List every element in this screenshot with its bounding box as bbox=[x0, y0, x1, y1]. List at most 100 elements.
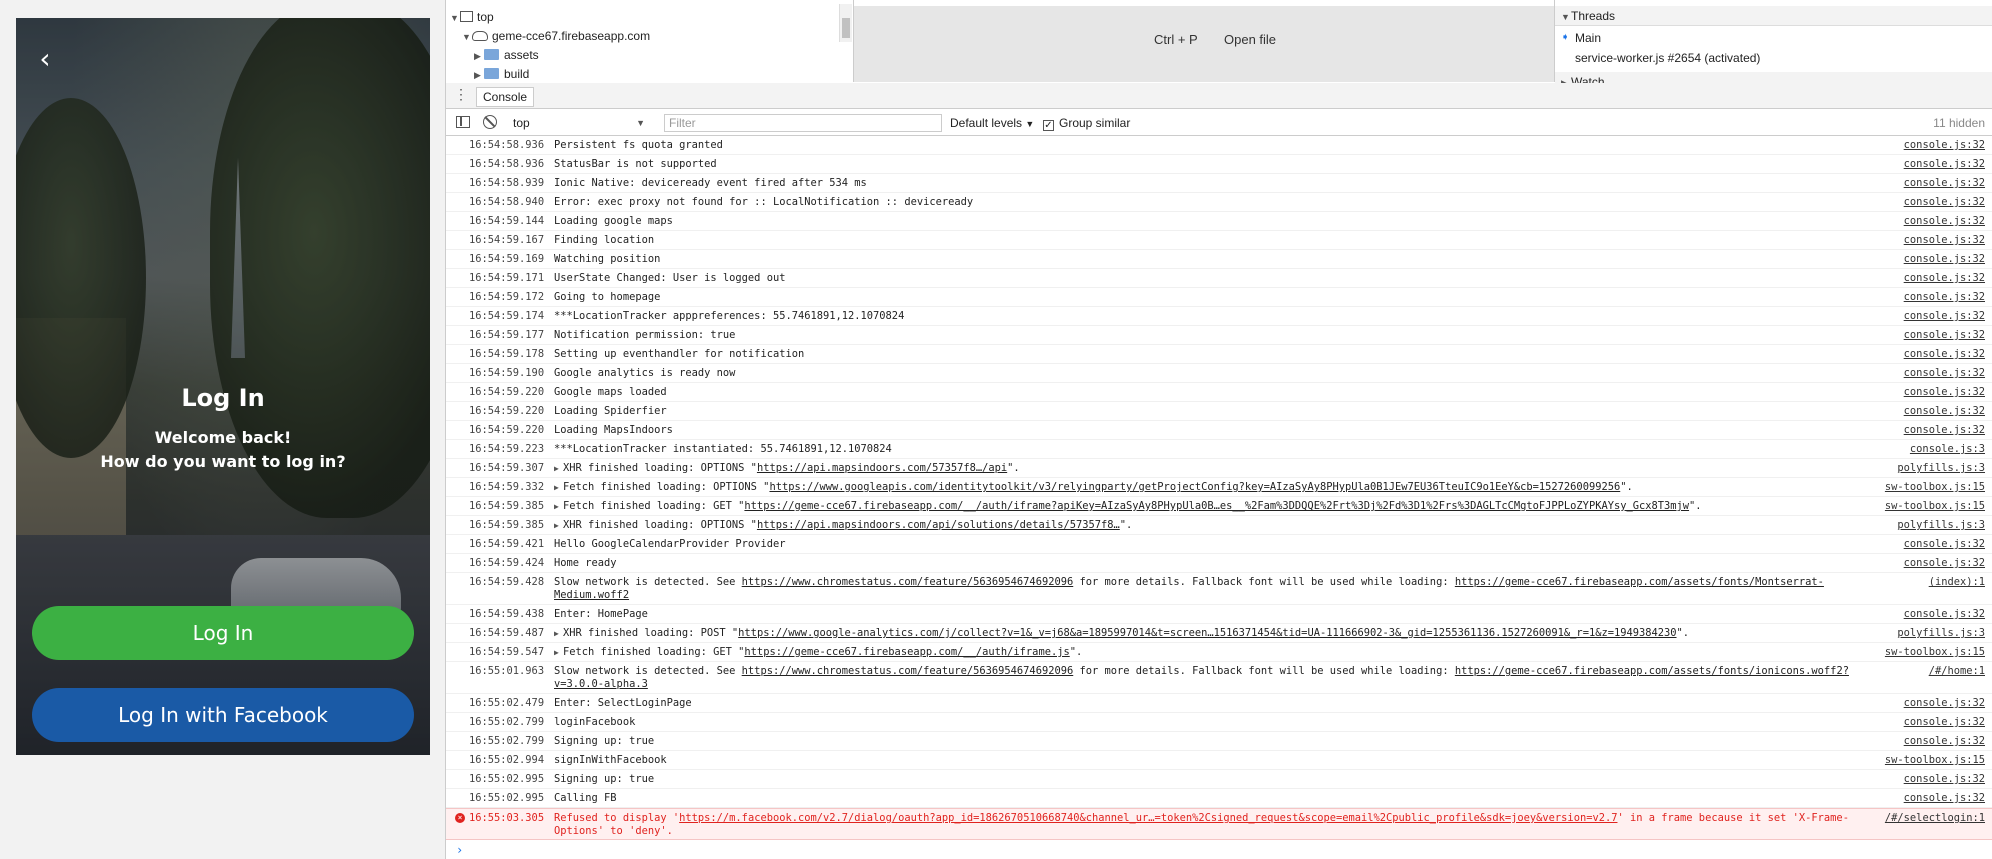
message-source-link[interactable]: console.js:32 bbox=[1904, 421, 1985, 440]
message-source-link[interactable]: console.js:32 bbox=[1904, 732, 1985, 751]
facebook-login-button[interactable]: Log In with Facebook bbox=[32, 688, 414, 742]
message-source-link[interactable]: console.js:3 bbox=[1910, 440, 1985, 459]
message-link[interactable]: https://www.google-analytics.com/j/colle… bbox=[738, 627, 1676, 639]
message-source-link[interactable]: console.js:32 bbox=[1904, 174, 1985, 193]
message-link[interactable]: https://geme-cce67.firebaseapp.com/__/au… bbox=[744, 646, 1069, 658]
sidebar-toggle-icon[interactable] bbox=[456, 116, 470, 128]
expand-triangle-icon[interactable]: ▶ bbox=[554, 500, 563, 513]
console-message-row: 16:54:59.424 Home ready console.js:32 bbox=[446, 554, 1992, 573]
editor-placeholder: Ctrl + P Open file bbox=[854, 6, 1554, 82]
message-link[interactable]: https://www.googleapis.com/identitytoolk… bbox=[769, 481, 1620, 493]
thread-label: Main bbox=[1575, 31, 1602, 45]
message-text: Google analytics is ready now bbox=[554, 367, 736, 379]
filter-input[interactable] bbox=[664, 114, 942, 132]
scrollbar-thumb[interactable] bbox=[842, 18, 850, 38]
console-message-row: 16:54:59.172 Going to homepage console.js:… bbox=[446, 288, 1992, 307]
tree-item-build[interactable]: ▶ build bbox=[474, 65, 529, 82]
message-link[interactable]: https://www.chromestatus.com/feature/563… bbox=[742, 665, 1074, 677]
expand-triangle-icon[interactable]: ▼ bbox=[462, 28, 472, 47]
message-timestamp: 16:54:59.307 bbox=[469, 462, 545, 474]
message-timestamp: 16:54:59.220 bbox=[469, 405, 545, 417]
message-source-link[interactable]: console.js:32 bbox=[1904, 345, 1985, 364]
message-link[interactable]: https://api.mapsindoors.com/api/solution… bbox=[757, 519, 1120, 531]
message-text: Slow network is detected. See https://ww… bbox=[554, 573, 1893, 602]
message-text: Setting up eventhandler for notification bbox=[554, 348, 805, 360]
login-button[interactable]: Log In bbox=[32, 606, 414, 660]
message-source-link[interactable]: console.js:32 bbox=[1904, 605, 1985, 624]
message-source-link[interactable]: polyfills.js:3 bbox=[1897, 516, 1985, 535]
more-menu-icon[interactable]: ⋮ bbox=[454, 86, 468, 103]
message-source-link[interactable]: console.js:32 bbox=[1904, 535, 1985, 554]
console-prompt[interactable]: › bbox=[446, 840, 1992, 859]
expand-triangle-icon[interactable]: ▶ bbox=[554, 519, 563, 532]
group-similar-checkbox[interactable]: ✓ Group similar bbox=[1043, 113, 1130, 133]
message-text: Persistent fs quota granted bbox=[554, 139, 723, 151]
message-text: StatusBar is not supported bbox=[554, 158, 717, 170]
message-source-link[interactable]: console.js:32 bbox=[1904, 713, 1985, 732]
checkbox-checked-icon[interactable]: ✓ bbox=[1043, 120, 1054, 131]
thread-item-main[interactable]: ➧ Main bbox=[1555, 28, 1992, 48]
message-source-link[interactable]: polyfills.js:3 bbox=[1897, 459, 1985, 478]
collapsed-triangle-icon[interactable]: ▶ bbox=[474, 47, 484, 66]
message-source-link[interactable]: console.js:32 bbox=[1904, 554, 1985, 573]
console-message-row: 16:54:58.939 Ionic Native: deviceready ev… bbox=[446, 174, 1992, 193]
message-source-link[interactable]: console.js:32 bbox=[1904, 212, 1985, 231]
clear-console-icon[interactable] bbox=[483, 115, 497, 129]
message-source-link[interactable]: sw-toolbox.js:15 bbox=[1885, 497, 1985, 516]
message-source-link[interactable]: /#/selectlogin:1 bbox=[1885, 809, 1985, 828]
collapsed-triangle-icon[interactable]: ▶ bbox=[474, 66, 484, 82]
message-source-link[interactable]: console.js:32 bbox=[1904, 770, 1985, 789]
message-source-link[interactable]: console.js:32 bbox=[1904, 364, 1985, 383]
console-message-row: 16:55:02.995 Signing up: true console.js:3… bbox=[446, 770, 1992, 789]
expand-triangle-icon[interactable]: ▶ bbox=[554, 462, 563, 475]
message-link[interactable]: https://api.mapsindoors.com/57357f8…/api bbox=[757, 462, 1007, 474]
message-source-link[interactable]: console.js:32 bbox=[1904, 269, 1985, 288]
message-source-link[interactable]: sw-toolbox.js:15 bbox=[1885, 478, 1985, 497]
message-source-link[interactable]: console.js:32 bbox=[1904, 402, 1985, 421]
expand-triangle-icon[interactable]: ▶ bbox=[554, 646, 563, 659]
back-chevron-icon[interactable]: ‹ bbox=[30, 44, 60, 74]
message-source-link[interactable]: sw-toolbox.js:15 bbox=[1885, 643, 1985, 662]
cloud-icon bbox=[472, 31, 488, 41]
message-source-link[interactable]: console.js:32 bbox=[1904, 694, 1985, 713]
message-source-link[interactable]: console.js:32 bbox=[1904, 383, 1985, 402]
console-message-row: 16:54:58.940 Error: exec proxy not found … bbox=[446, 193, 1992, 212]
message-source-link[interactable]: console.js:32 bbox=[1904, 136, 1985, 155]
log-levels-dropdown[interactable]: Default levels ▼ bbox=[950, 113, 1034, 133]
console-message-row: 16:55:02.799 Signing up: true console.js:3… bbox=[446, 732, 1992, 751]
tab-console[interactable]: Console bbox=[476, 87, 535, 107]
message-source-link[interactable]: console.js:32 bbox=[1904, 193, 1985, 212]
message-fragment: ". bbox=[1689, 500, 1702, 512]
expand-triangle-icon[interactable]: ▶ bbox=[554, 481, 563, 494]
message-source-link[interactable]: console.js:32 bbox=[1904, 155, 1985, 174]
message-source-link[interactable]: console.js:32 bbox=[1904, 231, 1985, 250]
tree-item-assets[interactable]: ▶ assets bbox=[474, 46, 539, 65]
message-source-link[interactable]: (index):1 bbox=[1929, 573, 1985, 592]
tree-item-top[interactable]: ▼ top bbox=[450, 8, 494, 27]
message-timestamp: 16:54:59.220 bbox=[469, 386, 545, 398]
tree-item-domain[interactable]: ▼ geme-cce67.firebaseapp.com bbox=[462, 27, 650, 46]
message-timestamp: 16:54:59.487 bbox=[469, 627, 545, 639]
message-source-link[interactable]: /#/home:1 bbox=[1929, 662, 1985, 681]
message-timestamp: 16:54:59.190 bbox=[469, 367, 545, 379]
message-source-link[interactable]: console.js:32 bbox=[1904, 250, 1985, 269]
message-source-link[interactable]: console.js:32 bbox=[1904, 326, 1985, 345]
message-link[interactable]: https://m.facebook.com/v2.7/dialog/oauth… bbox=[679, 812, 1617, 824]
message-source-link[interactable]: console.js:32 bbox=[1904, 307, 1985, 326]
threads-section-header[interactable]: ▼Threads bbox=[1555, 6, 1992, 26]
message-timestamp: 16:54:58.936 bbox=[469, 139, 545, 151]
message-text: Finding location bbox=[554, 234, 655, 246]
message-source-link[interactable]: sw-toolbox.js:15 bbox=[1885, 751, 1985, 770]
message-source-link[interactable]: console.js:32 bbox=[1904, 789, 1985, 808]
message-source-link[interactable]: console.js:32 bbox=[1904, 288, 1985, 307]
tree-scrollbar[interactable] bbox=[839, 4, 852, 42]
thread-item-service-worker[interactable]: service-worker.js #2654 (activated) bbox=[1555, 48, 1992, 68]
context-selector[interactable]: top ▼ bbox=[509, 113, 649, 133]
message-link[interactable]: https://www.chromestatus.com/feature/563… bbox=[742, 576, 1074, 588]
message-timestamp: 16:54:59.167 bbox=[469, 234, 545, 246]
expand-triangle-icon[interactable]: ▶ bbox=[554, 627, 563, 640]
message-source-link[interactable]: polyfills.js:3 bbox=[1897, 624, 1985, 643]
message-link[interactable]: https://geme-cce67.firebaseapp.com/__/au… bbox=[744, 500, 1689, 512]
expand-triangle-icon[interactable]: ▼ bbox=[450, 9, 460, 28]
message-text: signInWithFacebook bbox=[554, 754, 667, 766]
